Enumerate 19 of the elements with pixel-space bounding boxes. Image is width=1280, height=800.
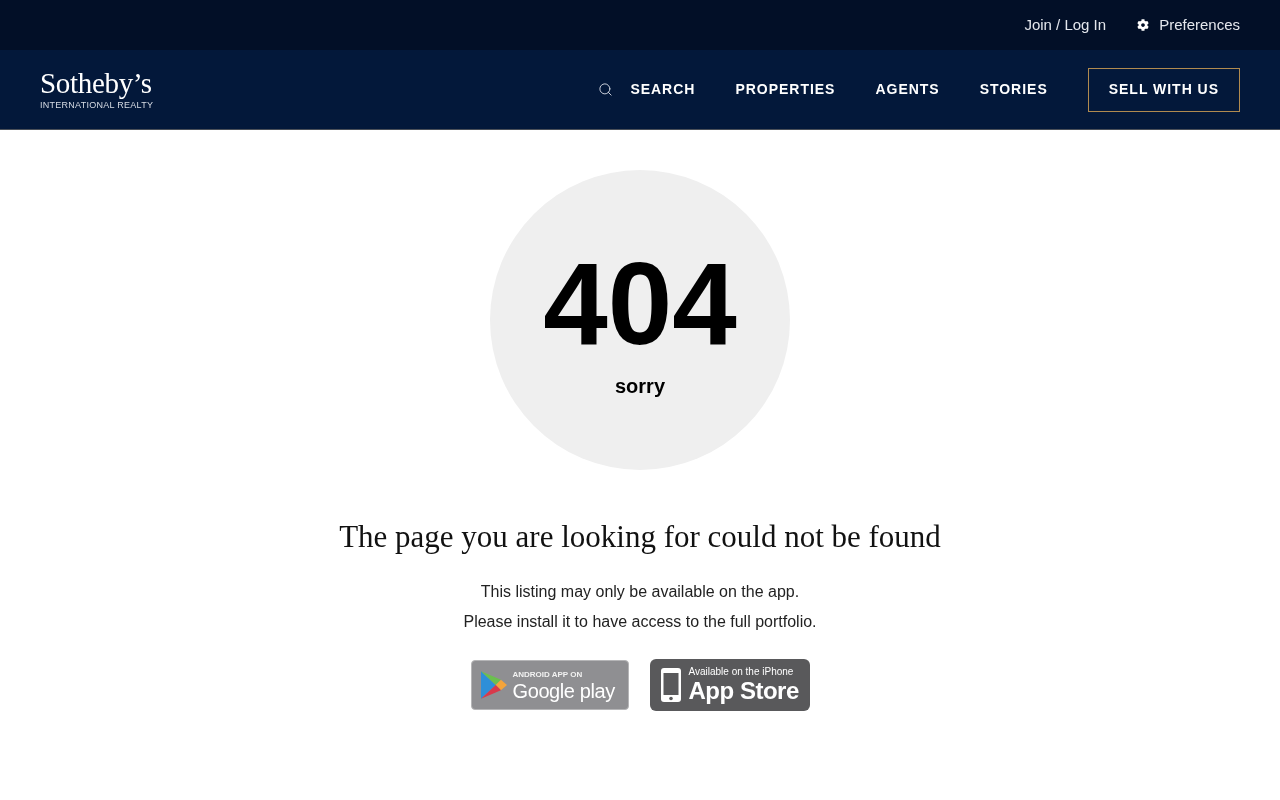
logo-wordmark[interactable]: Sotheby’s	[40, 68, 152, 98]
nav-link[interactable]: STORIES	[979, 79, 1048, 100]
error-caption: sorry	[615, 374, 665, 398]
nav-link[interactable]: AGENTS	[875, 79, 940, 100]
gear-icon	[1137, 19, 1150, 31]
nav-link[interactable]: PROPERTIES	[735, 79, 836, 100]
info-text: Please install it to have access to the full portfolio.	[463, 612, 817, 632]
login-link[interactable]: Join / Log In	[1024, 13, 1107, 37]
app-store-badge[interactable]: Available on the iPhone App Store	[649, 659, 810, 711]
error-heading: The page you are looking for could not be found	[339, 518, 941, 556]
preferences-button[interactable]: Preferences	[1137, 13, 1240, 37]
search-icon	[598, 82, 614, 97]
play-triangle-icon	[480, 671, 507, 699]
phone-icon	[660, 668, 681, 702]
logo-tagline[interactable]: INTERNATIONAL REALTY	[40, 99, 154, 111]
sell-with-us-button[interactable]: SELL WITH US	[1087, 67, 1240, 112]
info-text: This listing may only be available on the app.	[480, 582, 800, 602]
search-button[interactable]: SEARCH	[598, 79, 696, 100]
error-code: 404	[543, 246, 737, 362]
